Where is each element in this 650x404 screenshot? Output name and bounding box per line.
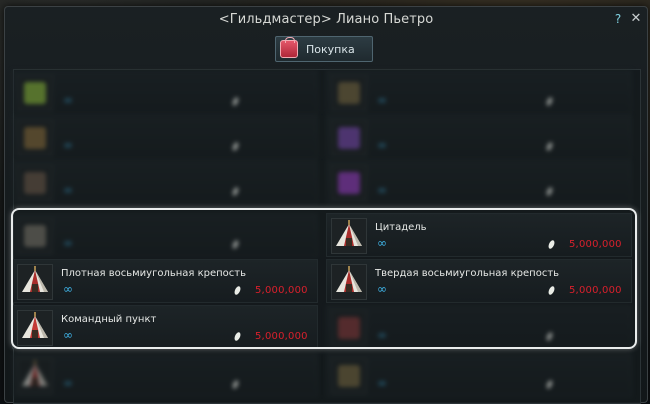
item-name: Командный пункт <box>61 314 157 325</box>
silver-coin-icon <box>233 285 242 296</box>
shop-item[interactable]: ∞ <box>12 115 318 159</box>
item-price: 5,000,000 <box>569 239 622 250</box>
silver-coin-icon <box>547 239 556 250</box>
silver-coin-icon <box>545 331 554 342</box>
shop-item[interactable]: ∞ <box>326 70 632 114</box>
shop-item[interactable]: ∞ <box>12 160 318 204</box>
infinite-stock-icon: ∞ <box>63 183 73 197</box>
infinite-stock-icon: ∞ <box>377 183 387 197</box>
catapult-icon <box>17 120 53 156</box>
infinite-stock-icon: ∞ <box>377 376 387 390</box>
infinite-stock-icon: ∞ <box>63 328 73 342</box>
tent-icon <box>331 218 367 254</box>
shop-item[interactable]: ∞ <box>12 70 318 114</box>
tent-icon <box>17 358 53 394</box>
green-item-icon <box>17 75 53 111</box>
shop-item[interactable]: ∞ <box>326 115 632 159</box>
infinite-stock-icon: ∞ <box>377 236 387 250</box>
silver-coin-icon <box>231 186 240 197</box>
silver-coin-icon <box>545 379 554 390</box>
tab-purchase-label: Покупка <box>306 42 355 56</box>
silver-coin-icon <box>231 239 240 250</box>
infinite-stock-icon: ∞ <box>63 376 73 390</box>
item-name: Твердая восьмиугольная крепость <box>375 268 560 279</box>
shop-item[interactable]: Плотная восьмиугольная крепость ∞ 5,000,00… <box>12 259 318 303</box>
scroll-icon <box>17 218 53 254</box>
silver-coin-icon <box>231 141 240 152</box>
shop-item[interactable]: Командный пункт ∞ 5,000,000 <box>12 305 318 349</box>
infinite-stock-icon: ∞ <box>377 282 387 296</box>
infinite-stock-icon: ∞ <box>377 328 387 342</box>
shop-item[interactable]: ∞ <box>12 353 318 397</box>
shop-item[interactable]: ∞ <box>326 305 632 349</box>
shop-item[interactable]: Твердая восьмиугольная крепость ∞ 5,000,00… <box>326 259 632 303</box>
siege-item-icon <box>331 75 367 111</box>
command-tent-icon <box>17 310 53 346</box>
shop-item[interactable]: ∞ <box>12 213 318 257</box>
infinite-stock-icon: ∞ <box>63 282 73 296</box>
silver-coin-icon <box>547 285 556 296</box>
item-price: 5,000,000 <box>255 285 308 296</box>
item-name: Плотная восьмиугольная крепость <box>61 268 247 279</box>
item-price: 5,000,000 <box>255 331 308 342</box>
help-icon[interactable]: ? <box>611 11 625 27</box>
silver-coin-icon <box>231 379 240 390</box>
infinite-stock-icon: ∞ <box>63 93 73 107</box>
tent-icon <box>17 264 53 300</box>
shop-item[interactable]: ∞ <box>326 353 632 397</box>
infinite-stock-icon: ∞ <box>63 138 73 152</box>
tent-icon <box>331 264 367 300</box>
silver-coin-icon <box>233 331 242 342</box>
purple-potion-icon <box>331 165 367 201</box>
tab-bar: Покупка <box>5 35 647 65</box>
tab-purchase[interactable]: Покупка <box>275 36 373 62</box>
barrel-icon <box>17 165 53 201</box>
title-bar[interactable]: <Гильдмастер> Лиано Пьетро <box>5 7 647 33</box>
item-name: Цитадель <box>375 222 427 233</box>
silver-coin-icon <box>545 186 554 197</box>
silver-coin-icon <box>231 96 240 107</box>
purple-tool-icon <box>331 120 367 156</box>
infinite-stock-icon: ∞ <box>377 93 387 107</box>
silver-coin-icon <box>545 141 554 152</box>
infinite-stock-icon: ∞ <box>377 138 387 152</box>
siege-item-icon <box>331 358 367 394</box>
shop-item[interactable]: ∞ <box>326 160 632 204</box>
silver-coin-icon <box>545 96 554 107</box>
bag-icon <box>280 37 298 58</box>
infinite-stock-icon: ∞ <box>63 236 73 250</box>
window-title: <Гильдмастер> Лиано Пьетро <box>218 12 434 27</box>
item-price: 5,000,000 <box>569 285 622 296</box>
close-icon[interactable]: ✕ <box>629 11 643 27</box>
shop-item[interactable]: Цитадель ∞ 5,000,000 <box>326 213 632 257</box>
shield-item-icon <box>331 310 367 346</box>
